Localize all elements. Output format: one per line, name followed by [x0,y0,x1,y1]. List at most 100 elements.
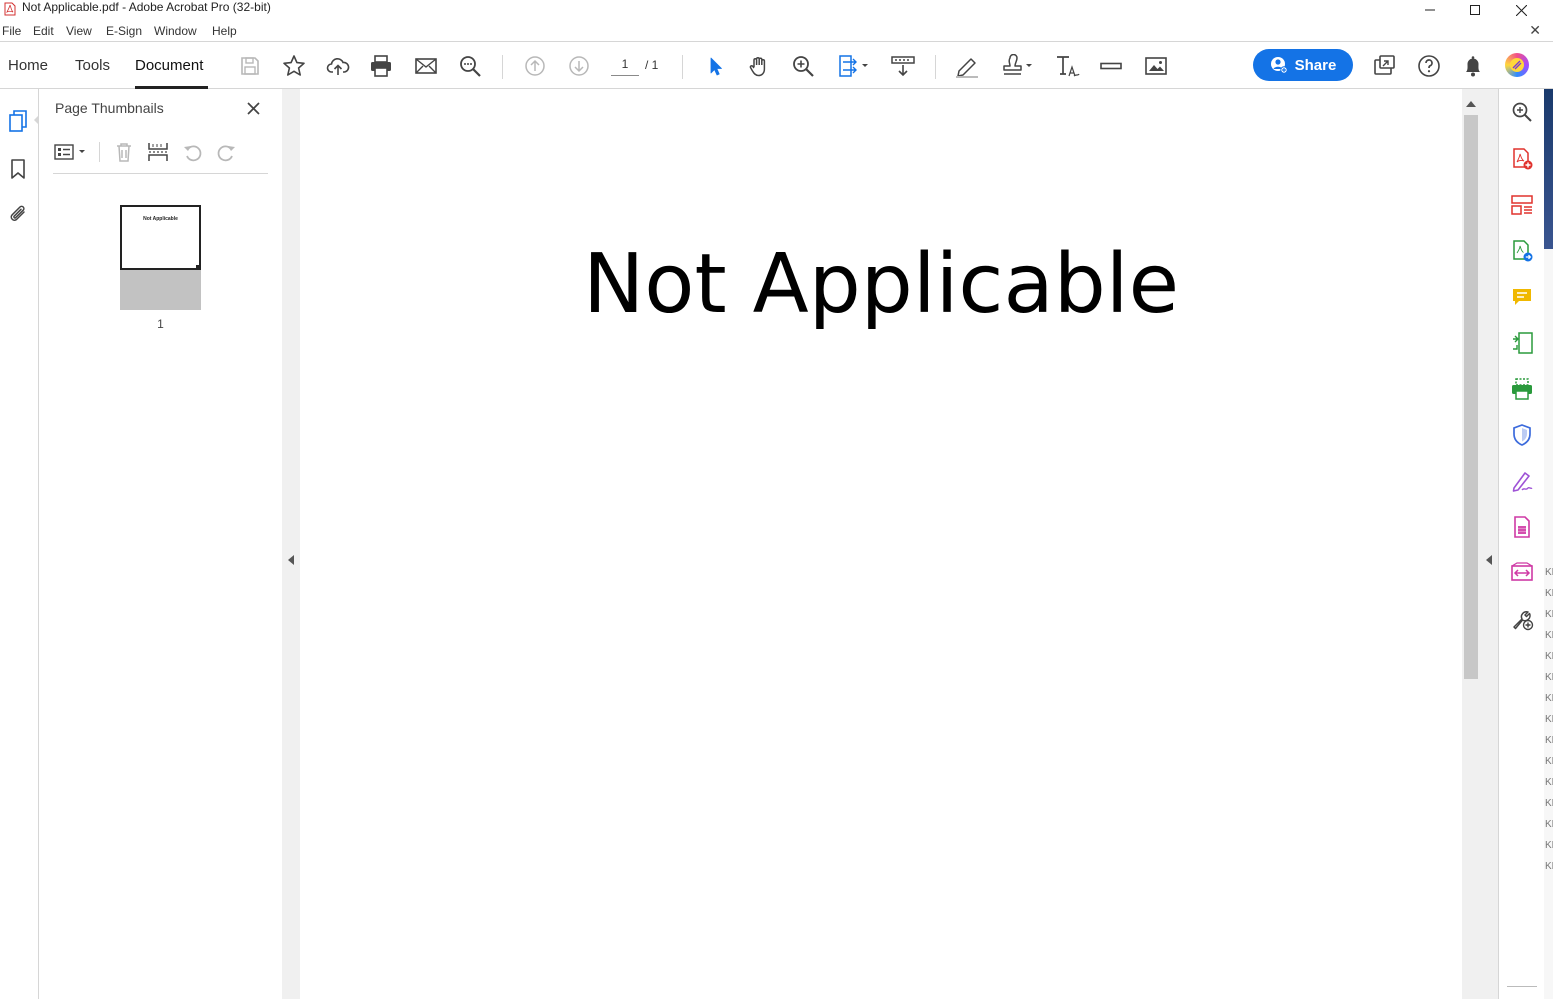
page-thumbnails-nav-button[interactable] [6,109,30,133]
background-row-mark: KE [1545,798,1553,809]
find-text-button[interactable] [457,53,483,79]
add-image-button[interactable] [1143,53,1169,79]
shield-icon [1513,424,1531,446]
print-button[interactable] [368,53,394,79]
minimize-button[interactable] [1407,0,1453,20]
tab-tools[interactable]: Tools [75,57,110,75]
vertical-scrollbar[interactable] [1462,89,1480,999]
page-thumbnails-icon [9,110,27,132]
notifications-button[interactable] [1460,53,1486,79]
scroll-up-arrow-icon[interactable] [1466,101,1476,107]
bookmarks-nav-button[interactable] [6,157,30,181]
text-tool-icon [1057,56,1080,77]
toolbar-divider [502,55,503,79]
delete-page-button[interactable] [111,139,137,165]
fill-and-sign-tool[interactable] [1509,468,1535,494]
menu-window[interactable]: Window [154,24,197,38]
sign-pen-icon [1512,472,1533,492]
scan-ocr-icon [1512,378,1532,400]
thumbnail-options-menu[interactable] [53,139,91,165]
menu-bar: File Edit View E-Sign Window Help ✕ [0,20,1553,42]
comment-icon [1513,289,1531,305]
bookmark-star-button[interactable] [281,53,307,79]
scrollbar-thumb[interactable] [1464,115,1478,679]
thumbnail-toolbar-divider [99,142,100,162]
hand-icon [749,57,766,77]
close-document-button[interactable]: ✕ [1529,23,1541,37]
combine-files-tool[interactable] [1509,192,1535,218]
image-icon [1145,57,1167,75]
tab-home[interactable]: Home [8,57,48,75]
redact-button[interactable] [1098,53,1124,79]
page-thumbnail[interactable]: Not Applicable [120,205,201,310]
zoom-in-button[interactable] [790,53,816,79]
organize-pages-tool[interactable] [1509,330,1535,356]
share-label: Share [1294,56,1337,74]
menu-esign[interactable]: E-Sign [106,24,142,38]
protect-tool[interactable] [1509,422,1535,448]
help-button[interactable] [1416,53,1442,79]
panel-title: Page Thumbnails [55,100,164,116]
email-button[interactable] [413,53,439,79]
export-pdf-tool[interactable] [1509,238,1535,264]
close-window-button[interactable] [1498,0,1544,20]
maximize-button[interactable] [1452,0,1498,20]
background-window-strip: KE KE KE KE KE KE KE KE KE KE KE KE KE K… [1544,89,1553,999]
insert-page-button[interactable] [145,139,171,165]
search-tools-button[interactable] [1509,99,1535,125]
background-row-mark: KE [1545,651,1553,662]
menu-view[interactable]: View [66,24,92,38]
document-view[interactable]: Not Applicable [300,89,1462,999]
compare-files-icon [1511,562,1533,581]
tab-document[interactable]: Document [135,57,203,75]
stamp-button[interactable] [1001,53,1035,79]
right-tools-rail [1498,89,1544,999]
collapse-right-arrow-icon[interactable] [1486,555,1492,565]
menu-help[interactable]: Help [212,24,237,38]
minimize-icon [1425,9,1435,11]
right-panel-splitter[interactable] [1480,89,1498,999]
bookmark-icon [11,159,25,179]
menu-file[interactable]: File [2,24,21,38]
fit-page-button[interactable] [836,53,872,79]
close-icon [246,101,260,115]
help-question-icon [1418,55,1440,77]
next-page-button[interactable] [566,53,592,79]
background-row-mark: KE [1545,819,1553,830]
insert-page-icon [148,143,168,161]
avatar-icon [1510,58,1524,72]
select-tool-button[interactable] [702,53,728,79]
highlight-button[interactable] [954,53,980,79]
edit-pdf-tool[interactable] [1509,514,1535,540]
maximize-icon [1470,5,1480,15]
collapse-left-arrow-icon[interactable] [288,555,294,565]
thumbnail-resize-handle[interactable] [196,265,201,270]
scan-ocr-tool[interactable] [1509,376,1535,402]
page-number-input[interactable]: 1 [611,56,639,76]
share-button[interactable]: Share [1253,49,1353,81]
hand-tool-button[interactable] [746,53,772,79]
switch-mode-button[interactable] [1371,53,1397,79]
compare-files-tool[interactable] [1509,560,1535,586]
upload-button[interactable] [325,53,351,79]
background-row-mark: KE [1545,861,1553,872]
thumbnail-page-view: Not Applicable [120,205,201,270]
user-avatar[interactable] [1505,53,1529,77]
create-pdf-tool[interactable] [1509,146,1535,172]
close-panel-button[interactable] [244,99,262,117]
attachments-nav-button[interactable] [6,202,30,226]
comment-tool[interactable] [1509,284,1535,310]
menu-edit[interactable]: Edit [33,24,54,38]
save-button[interactable] [237,53,263,79]
edit-document-icon [1514,516,1530,538]
more-tools-button[interactable] [1509,606,1535,632]
main-toolbar: Home Tools Document 1 / 1 Share [0,43,1553,89]
add-text-button[interactable] [1055,53,1081,79]
left-panel-splitter[interactable] [282,89,300,999]
rotate-clockwise-button[interactable] [213,139,239,165]
rail-divider [1507,986,1537,987]
previous-page-button[interactable] [522,53,548,79]
rotate-counterclockwise-button[interactable] [180,139,206,165]
scroll-mode-button[interactable] [890,53,916,79]
window-title: Not Applicable.pdf - Adobe Acrobat Pro (… [22,0,271,14]
